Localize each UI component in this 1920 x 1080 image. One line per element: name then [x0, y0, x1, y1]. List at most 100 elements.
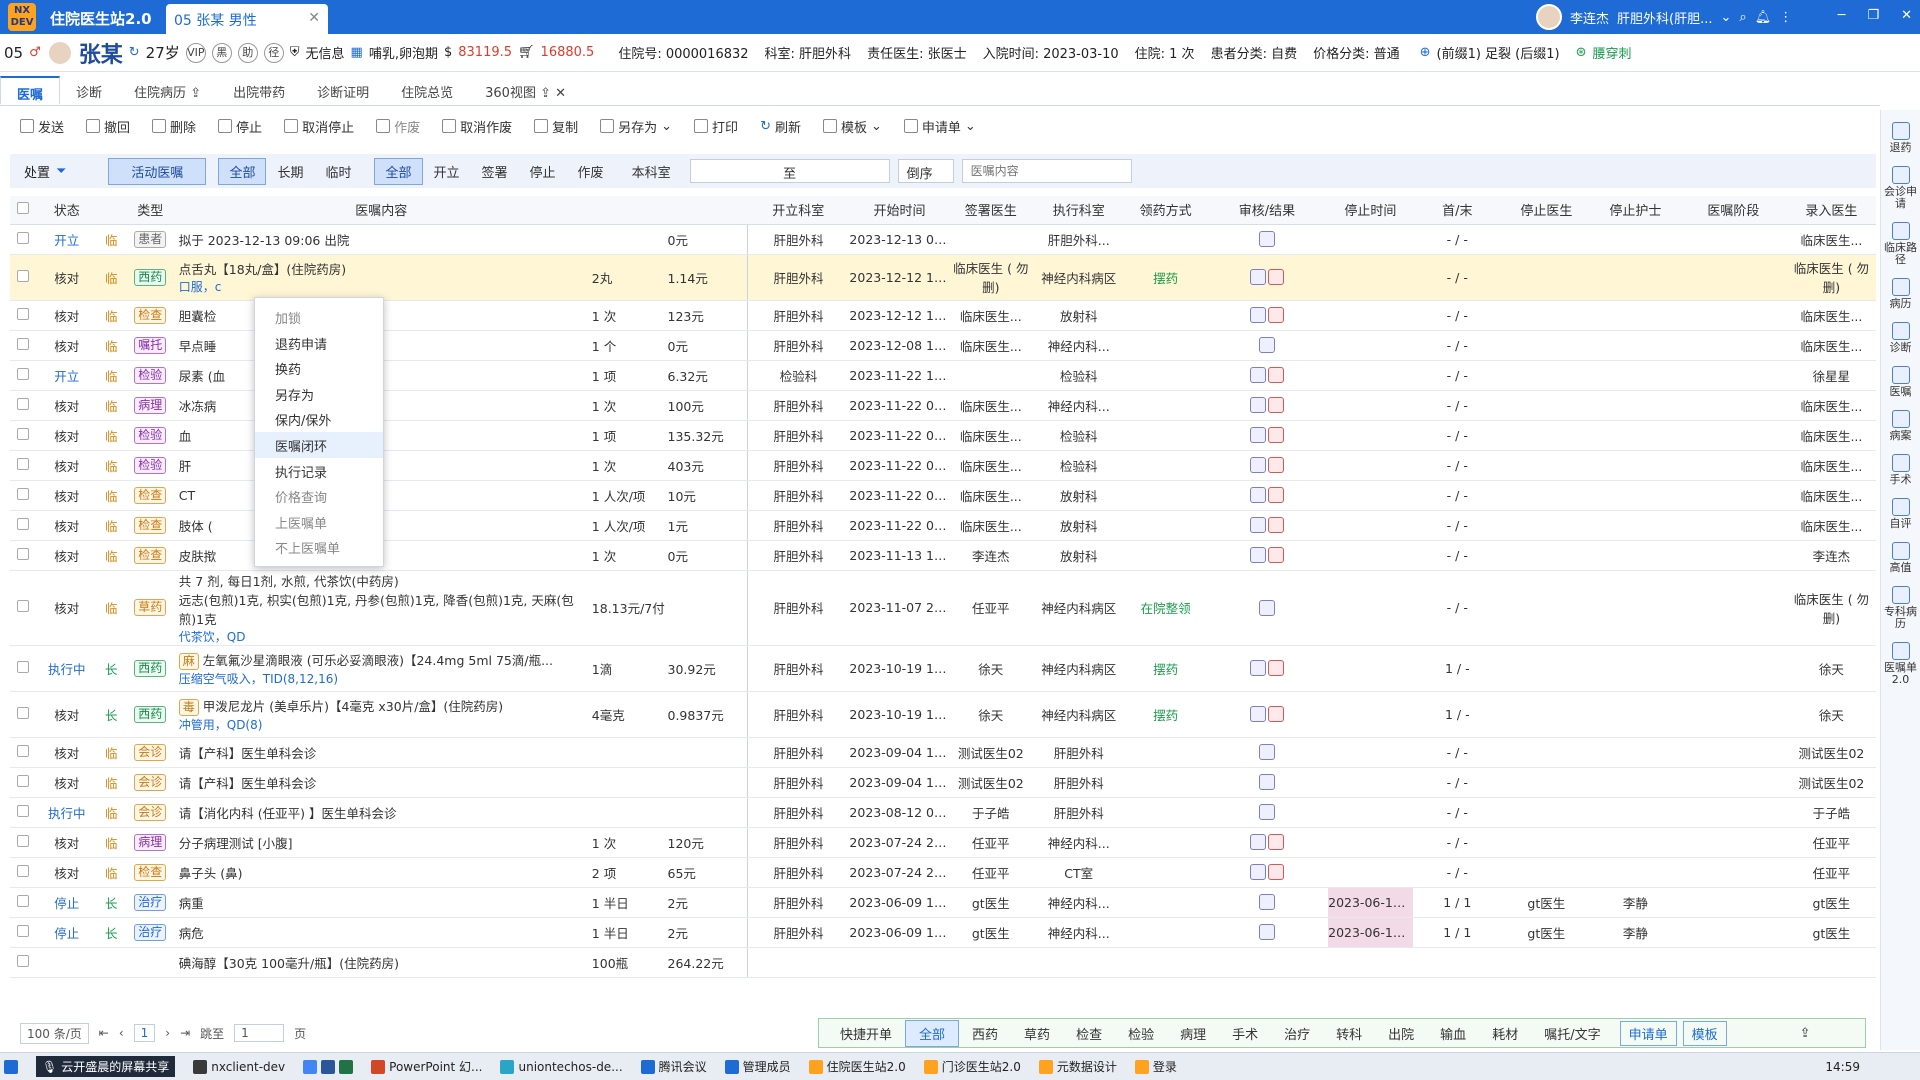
order-content-cell[interactable]: 碘海醇【30克 100毫升/瓶】(住院药房)	[174, 947, 588, 978]
copy-button[interactable]: 复制	[534, 117, 578, 136]
task-metadata[interactable]: 元数据设计	[1038, 1058, 1117, 1075]
send-button[interactable]: 发送	[20, 117, 64, 136]
row-checkbox[interactable]	[10, 737, 37, 768]
menu-save-as[interactable]: 另存为	[255, 381, 383, 407]
audit-icon[interactable]	[1258, 337, 1275, 354]
void-button[interactable]: 作废	[376, 117, 420, 136]
cancel-stop-button[interactable]: 取消停止	[284, 117, 354, 136]
task-screen-share[interactable]: 🎙︎ 云开盛晨的屏幕共享	[36, 1056, 176, 1077]
row-checkbox[interactable]	[10, 480, 37, 511]
order-content-cell[interactable]: 病危	[174, 917, 588, 948]
status-stopped[interactable]: 停止	[519, 158, 567, 185]
request-button[interactable]: 申请单 ⌄	[903, 117, 976, 136]
audit-icon[interactable]	[1249, 547, 1266, 564]
tab-records[interactable]: 住院病历 ⇪	[118, 76, 217, 105]
row-checkbox[interactable]	[10, 224, 37, 255]
quick-request[interactable]: 申请单	[1619, 1020, 1677, 1046]
table-row[interactable]: 碘海醇【30克 100毫升/瓶】(住院药房) 100瓶 264.22元	[10, 947, 1876, 978]
quick-discharge[interactable]: 出院	[1375, 1021, 1427, 1046]
patient-name[interactable]: 张某	[79, 37, 123, 69]
last-page-icon[interactable]: ⇥	[180, 1026, 190, 1040]
menu-remove-from-sheet[interactable]: 不上医嘱单	[255, 534, 383, 560]
order-content-cell[interactable]: 请【产科】医生单科会诊	[174, 767, 588, 798]
table-row[interactable]: 核对临病理 分子病理测试 [小腹] 1 次 120元 肝胆外科 2023-07-24 21…	[10, 827, 1876, 858]
menu-price-query[interactable]: 价格查询	[255, 483, 383, 509]
table-row[interactable]: 核对临会诊请【产科】医生单科会诊肝胆外科2023-09-04 10:13:55测…	[10, 767, 1876, 798]
menu-exec-record[interactable]: 执行记录	[255, 458, 383, 484]
row-checkbox[interactable]	[10, 510, 37, 541]
menu-return-drug[interactable]: 退药申请	[255, 330, 383, 356]
row-checkbox[interactable]	[10, 947, 37, 978]
menu-change-drug[interactable]: 换药	[255, 355, 383, 381]
audit-icon[interactable]	[1249, 457, 1266, 474]
sidebar-item-ordersheet[interactable]: 医嘱单2.0	[1881, 642, 1920, 686]
filter-icon[interactable]: ⏷	[56, 164, 66, 179]
row-checkbox[interactable]	[10, 857, 37, 888]
row-checkbox[interactable]	[10, 254, 37, 301]
start-icon[interactable]	[4, 1059, 18, 1074]
tab-360[interactable]: 360视图 ⇪ ✕	[469, 76, 582, 105]
audit-icon[interactable]	[1249, 864, 1266, 881]
audit-icon[interactable]	[1249, 834, 1266, 851]
minimize-icon[interactable]: ─	[1838, 8, 1846, 23]
menu-lock[interactable]: 加锁	[255, 304, 383, 330]
tab-diagnosis-cert[interactable]: 诊断证明	[301, 76, 385, 105]
row-checkbox[interactable]	[10, 540, 37, 571]
task-powerpoint[interactable]: PowerPoint 幻...	[371, 1058, 482, 1075]
search-icon[interactable]: ⌕	[1739, 10, 1746, 25]
tab-diagnosis[interactable]: 诊断	[60, 76, 118, 105]
order-content-input[interactable]	[961, 159, 1132, 183]
scope-all[interactable]: 全部	[218, 157, 267, 185]
page-size-select[interactable]: 100 条/页	[20, 1022, 89, 1044]
status-all[interactable]: 全部	[374, 157, 423, 185]
audit-icon[interactable]	[1258, 231, 1275, 248]
tab-discharge-meds[interactable]: 出院带药	[217, 76, 301, 105]
menu-add-to-sheet[interactable]: 上医嘱单	[255, 509, 383, 535]
quick-template[interactable]: 模板	[1682, 1020, 1727, 1046]
row-checkbox[interactable]	[10, 797, 37, 828]
audit-icon[interactable]	[1267, 367, 1284, 384]
prev-page-icon[interactable]: ‹	[119, 1026, 124, 1040]
audit-icon[interactable]	[1267, 517, 1284, 534]
table-row[interactable]: 核对临草药共 7 剂, 每日1剂, 水煎, 代茶饮(中药房) 远志(包煎)1克, …	[10, 570, 1876, 646]
stop-button[interactable]: 停止	[218, 117, 262, 136]
quick-transfusion[interactable]: 输血	[1427, 1021, 1479, 1046]
sidebar-item-records[interactable]: 病历	[1881, 278, 1920, 310]
quick-supplies[interactable]: 耗材	[1479, 1021, 1531, 1046]
audit-icon[interactable]	[1267, 487, 1284, 504]
row-checkbox[interactable]	[10, 645, 37, 692]
more-icon[interactable]: ⋮	[1779, 10, 1792, 25]
row-checkbox[interactable]	[10, 887, 37, 918]
close-icon[interactable]: ✕	[555, 86, 566, 101]
order-content-cell[interactable]: 请【产科】医生单科会诊	[174, 737, 588, 768]
quick-herbal[interactable]: 草药	[1011, 1021, 1063, 1046]
save-as-button[interactable]: 另存为 ⌄	[600, 117, 672, 136]
audit-icon[interactable]	[1258, 894, 1275, 911]
sidebar-item-specialty[interactable]: 专科病历	[1881, 586, 1920, 630]
audit-icon[interactable]	[1249, 427, 1266, 444]
sidebar-item-diagnosis[interactable]: 诊断	[1881, 322, 1920, 354]
audit-icon[interactable]	[1258, 804, 1275, 821]
audit-icon[interactable]	[1258, 599, 1275, 616]
order-content-cell[interactable]: 拟于 2023-12-13 09:06 出院	[174, 224, 588, 255]
audit-icon[interactable]	[1258, 924, 1275, 941]
audit-icon[interactable]	[1267, 269, 1284, 286]
audit-icon[interactable]	[1249, 660, 1266, 677]
sidebar-item-case[interactable]: 病案	[1881, 410, 1920, 442]
close-tab-icon[interactable]: ✕	[308, 10, 320, 26]
audit-icon[interactable]	[1267, 547, 1284, 564]
tab-orders[interactable]: 医嘱	[0, 76, 61, 105]
audit-icon[interactable]	[1267, 397, 1284, 414]
user-box[interactable]: 李连杰 肝胆外科(肝胆... ⌄ ⌕ 🔔︎ ⋮	[1536, 0, 1792, 34]
order-content-cell[interactable]: 分子病理测试 [小腹]	[174, 827, 588, 858]
quick-transfer[interactable]: 转科	[1323, 1021, 1375, 1046]
table-row[interactable]: 核对临西药 点舌丸【18丸/盒】(住院药房) 口服，c 2丸 1.14元 肝胆外科 2023…	[10, 254, 1876, 301]
quick-lab[interactable]: 检验	[1115, 1021, 1167, 1046]
audit-icon[interactable]	[1249, 367, 1266, 384]
status-voided[interactable]: 作废	[567, 158, 615, 185]
audit-icon[interactable]	[1249, 307, 1266, 324]
print-button[interactable]: 打印	[694, 117, 738, 136]
current-page[interactable]: 1	[133, 1024, 156, 1042]
cancel-void-button[interactable]: 取消作废	[442, 117, 512, 136]
audit-icon[interactable]	[1258, 744, 1275, 761]
